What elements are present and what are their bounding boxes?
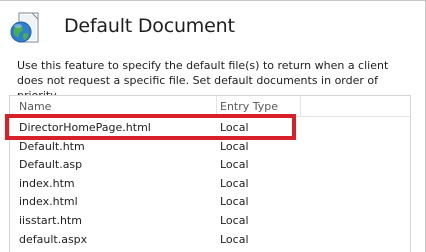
list-item[interactable]: iisstart.htm Local	[10, 211, 410, 230]
list-item[interactable]: DirectorHomePage.html Local	[10, 118, 410, 137]
default-documents-list[interactable]: Name Entry Type DirectorHomePage.html Lo…	[9, 95, 411, 252]
page-title: Default Document	[64, 15, 235, 37]
column-header-entry-type[interactable]: Entry Type	[220, 100, 278, 113]
list-item[interactable]: default.aspx Local	[10, 230, 410, 249]
list-item[interactable]: index.htm Local	[10, 174, 410, 193]
item-entry-type: Local	[220, 158, 249, 172]
item-entry-type: Local	[220, 139, 249, 153]
item-entry-type: Local	[220, 176, 249, 190]
item-entry-type: Local	[220, 195, 249, 209]
item-name: iisstart.htm	[19, 213, 82, 227]
item-name: index.html	[19, 195, 78, 209]
list-item[interactable]: index.html Local	[10, 192, 410, 211]
item-name: default.aspx	[19, 232, 88, 246]
list-item[interactable]: Default.htm Local	[10, 137, 410, 156]
item-name: index.htm	[19, 176, 75, 190]
item-entry-type: Local	[220, 232, 249, 246]
list-item[interactable]: Default.asp Local	[10, 155, 410, 174]
column-header-name[interactable]: Name	[19, 100, 51, 113]
item-name: Default.asp	[19, 158, 83, 172]
list-rows: DirectorHomePage.html Local Default.htm …	[10, 118, 410, 248]
list-header: Name Entry Type	[10, 96, 410, 117]
item-entry-type: Local	[220, 121, 249, 134]
globe-document-icon	[10, 12, 40, 46]
item-name: DirectorHomePage.html	[19, 121, 151, 134]
item-entry-type: Local	[220, 213, 249, 227]
item-name: Default.htm	[19, 139, 85, 153]
column-divider[interactable]	[300, 96, 301, 116]
column-divider[interactable]	[216, 96, 217, 116]
default-document-page: Default Document Use this feature to spe…	[0, 0, 426, 252]
